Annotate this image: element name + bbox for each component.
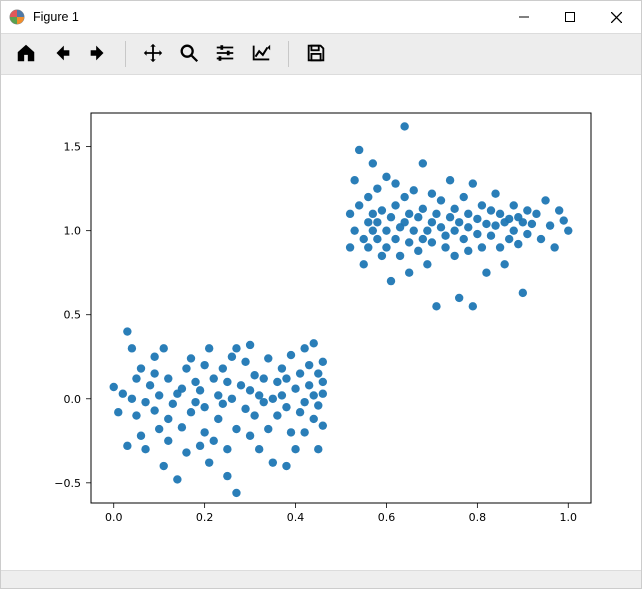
toolbar-separator [288, 41, 289, 67]
svg-text:0.6: 0.6 [378, 511, 396, 524]
svg-text:−0.5: −0.5 [54, 476, 81, 489]
home-icon [15, 42, 37, 67]
zoom-button[interactable] [174, 39, 204, 69]
configure-subplots-button[interactable] [210, 39, 240, 69]
mpl-nav-toolbar [1, 33, 641, 75]
scatter-plot: 0.0 0.2 0.4 0.6 0.8 1.0 −0.5 0.0 0.5 1.0 1.5 [11, 83, 631, 563]
svg-text:0.2: 0.2 [196, 511, 214, 524]
status-bar [1, 570, 641, 588]
maximize-button[interactable] [547, 1, 593, 33]
toolbar-separator [125, 41, 126, 67]
magnify-icon [178, 42, 200, 67]
save-button[interactable] [301, 39, 331, 69]
svg-text:1.5: 1.5 [64, 140, 82, 153]
plot-canvas-area[interactable]: 0.0 0.2 0.4 0.6 0.8 1.0 −0.5 0.0 0.5 1.0 1.5 [1, 75, 641, 570]
sliders-icon [214, 42, 236, 67]
back-button[interactable] [47, 39, 77, 69]
svg-text:1.0: 1.0 [64, 224, 82, 237]
pan-button[interactable] [138, 39, 168, 69]
save-icon [305, 42, 327, 67]
svg-text:0.0: 0.0 [105, 511, 123, 524]
window-title: Figure 1 [33, 10, 79, 24]
svg-text:0.4: 0.4 [287, 511, 305, 524]
svg-text:0.5: 0.5 [64, 308, 82, 321]
chart-line-icon [250, 42, 272, 67]
arrow-right-icon [87, 42, 109, 67]
svg-text:0.8: 0.8 [469, 511, 487, 524]
svg-text:0.0: 0.0 [64, 392, 82, 405]
edit-axes-button[interactable] [246, 39, 276, 69]
move-icon [142, 42, 164, 67]
window-titlebar: Figure 1 [1, 1, 641, 33]
svg-text:1.0: 1.0 [560, 511, 578, 524]
arrow-left-icon [51, 42, 73, 67]
minimize-button[interactable] [501, 1, 547, 33]
mpl-app-icon [9, 9, 25, 25]
close-button[interactable] [593, 1, 639, 33]
home-button[interactable] [11, 39, 41, 69]
forward-button[interactable] [83, 39, 113, 69]
